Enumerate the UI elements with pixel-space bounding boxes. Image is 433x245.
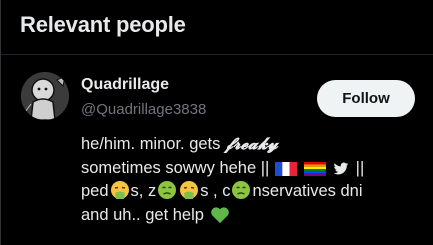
bio-line-1: he/him. minor. gets 𝓯𝓻𝓮𝓪𝓴𝔂	[81, 132, 426, 157]
avatar-drawing-icon	[21, 72, 69, 120]
bio-text: he/him. minor. gets	[81, 135, 225, 153]
rainbow-flag-icon	[303, 161, 326, 177]
bio-line-3: ped s, z s , c nservatives dni	[81, 180, 426, 204]
bio-text: s, z	[130, 182, 157, 200]
person-handle[interactable]: @Quadrillage3838	[81, 101, 206, 118]
bio-text: nservatives dni	[252, 182, 363, 200]
vomiting-face-icon	[179, 180, 199, 200]
relevant-people-panel: Relevant people Quadrillage @Quadrillage…	[0, 0, 433, 245]
nauseated-face-icon	[231, 180, 251, 200]
avatar[interactable]	[21, 72, 69, 120]
bio-text: s , c	[200, 182, 231, 200]
follow-button[interactable]: Follow	[317, 80, 415, 117]
twitter-bird-icon	[332, 161, 350, 177]
person-bio: he/him. minor. gets 𝓯𝓻𝓮𝓪𝓴𝔂 sometimes sow…	[81, 132, 426, 227]
green-heart-icon	[210, 206, 230, 224]
bio-styled-text: 𝓯𝓻𝓮𝓪𝓴𝔂	[224, 134, 278, 153]
vomiting-face-icon	[110, 180, 130, 200]
divider	[1, 54, 433, 55]
bio-text: sometimes sowwy hehe ||	[81, 158, 274, 177]
nauseated-face-icon	[157, 180, 177, 200]
france-flag-icon	[274, 161, 297, 177]
bio-text: and uh.. get help	[81, 205, 209, 224]
bio-line-2: sometimes sowwy hehe || ||	[81, 157, 426, 181]
section-title: Relevant people	[20, 12, 186, 37]
person-name[interactable]: Quadrillage	[81, 76, 169, 94]
bio-text: ped	[81, 182, 109, 200]
bio-text: ||	[351, 158, 365, 177]
bio-line-4: and uh.. get help	[81, 204, 426, 228]
